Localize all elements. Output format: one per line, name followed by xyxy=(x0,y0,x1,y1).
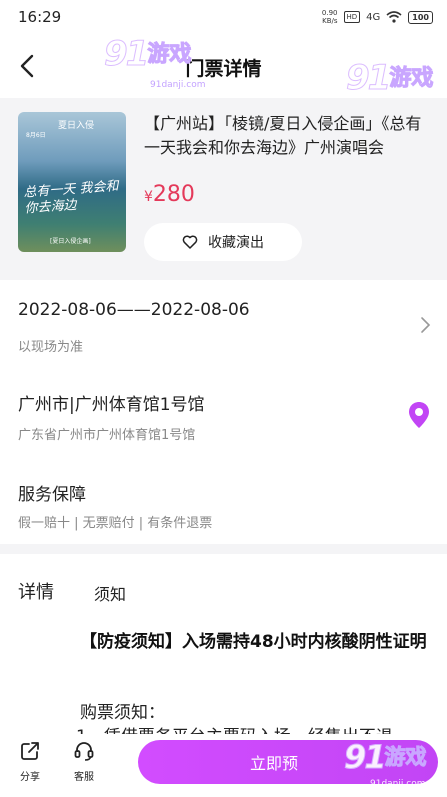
location-pin-icon[interactable] xyxy=(407,400,431,430)
event-poster[interactable]: 夏日入侵 8月6日 总有一天 我会和你去海边 [夏日入侵企画] xyxy=(18,112,126,252)
poster-date: 8月6日 xyxy=(26,132,46,139)
watermark-logo-top-right: 91 游戏 xyxy=(345,58,434,99)
status-bar: 16:29 0.90 KB/s HD 4G 100 xyxy=(0,0,447,34)
buy-notice-line: 1、凭借票务平台主票码入场一经售出不退... xyxy=(76,722,426,734)
status-time: 16:29 xyxy=(18,8,62,26)
tab-notice[interactable]: 须知 xyxy=(94,581,126,605)
event-price: ¥280 xyxy=(144,182,195,207)
service-row[interactable]: 服务保障 假一赔十 | 无票赔付 | 有条件退票 xyxy=(0,458,447,544)
price-symbol: ¥ xyxy=(144,189,153,205)
wifi-icon xyxy=(386,11,402,23)
favorite-button[interactable]: 收藏演出 xyxy=(144,223,302,261)
detail-tabs: 详情 须知 xyxy=(0,574,447,610)
share-label: 分享 xyxy=(20,772,40,783)
poster-title: 总有一天 我会和你去海边 xyxy=(23,178,119,217)
watermark-logo-bottom-right: 91 游戏 xyxy=(344,738,428,777)
tab-detail[interactable]: 详情 xyxy=(18,578,54,604)
share-button[interactable]: 分享 xyxy=(10,740,50,783)
signal-icon: 4G xyxy=(366,11,381,23)
buy-notice-label: 购票须知： xyxy=(80,703,165,723)
service-label: 客服 xyxy=(74,772,94,783)
watermark-url-top-left: 91danji.com xyxy=(150,80,206,90)
venue-row[interactable]: 广州市|广州体育馆1号馆 广东省广州市广州体育馆1号馆 xyxy=(0,368,447,458)
price-value: 280 xyxy=(152,182,195,207)
venue-address: 广东省广州市广州体育馆1号馆 xyxy=(18,428,196,443)
event-card: 夏日入侵 8月6日 总有一天 我会和你去海边 [夏日入侵企画] 【广州站】「棱镜… xyxy=(0,98,447,280)
chevron-right-icon xyxy=(421,317,431,333)
watermark-logo-top-left: 91 游戏 xyxy=(103,34,192,75)
headset-icon xyxy=(74,742,94,761)
date-range: 2022-08-06——2022-08-06 xyxy=(18,300,250,320)
notice-headline: 【防疫须知】入场需持48小时内核酸阴性证明 xyxy=(80,632,427,652)
service-items: 假一赔十 | 无票赔付 | 有条件退票 xyxy=(18,516,213,531)
service-title: 服务保障 xyxy=(18,485,86,505)
customer-service-button[interactable]: 客服 xyxy=(64,740,104,783)
share-icon xyxy=(21,742,39,760)
net-speed: 0.90 KB/s xyxy=(322,9,338,25)
favorite-label: 收藏演出 xyxy=(208,235,264,251)
hd-icon: HD xyxy=(343,11,361,23)
heart-icon xyxy=(182,235,198,249)
net-speed-value: 0.90 xyxy=(321,9,338,17)
battery-icon: 100 xyxy=(408,10,433,24)
poster-footer: [夏日入侵企画] xyxy=(50,238,91,245)
watermark-url-bottom-right: 91danji.com xyxy=(370,779,426,789)
event-title: 【广州站】「棱镜/夏日入侵企画」《总有一天我会和你去海边》广州演唱会 xyxy=(144,114,422,157)
date-row[interactable]: 2022-08-06——2022-08-06 以现场为准 xyxy=(0,280,447,368)
section-divider xyxy=(0,544,447,554)
status-icons: 0.90 KB/s HD 4G 100 xyxy=(322,9,433,25)
date-note: 以现场为准 xyxy=(18,340,84,355)
net-speed-unit: KB/s xyxy=(322,17,338,25)
venue-name: 广州市|广州体育馆1号馆 xyxy=(18,395,205,415)
poster-top-text: 夏日入侵 xyxy=(58,121,95,131)
